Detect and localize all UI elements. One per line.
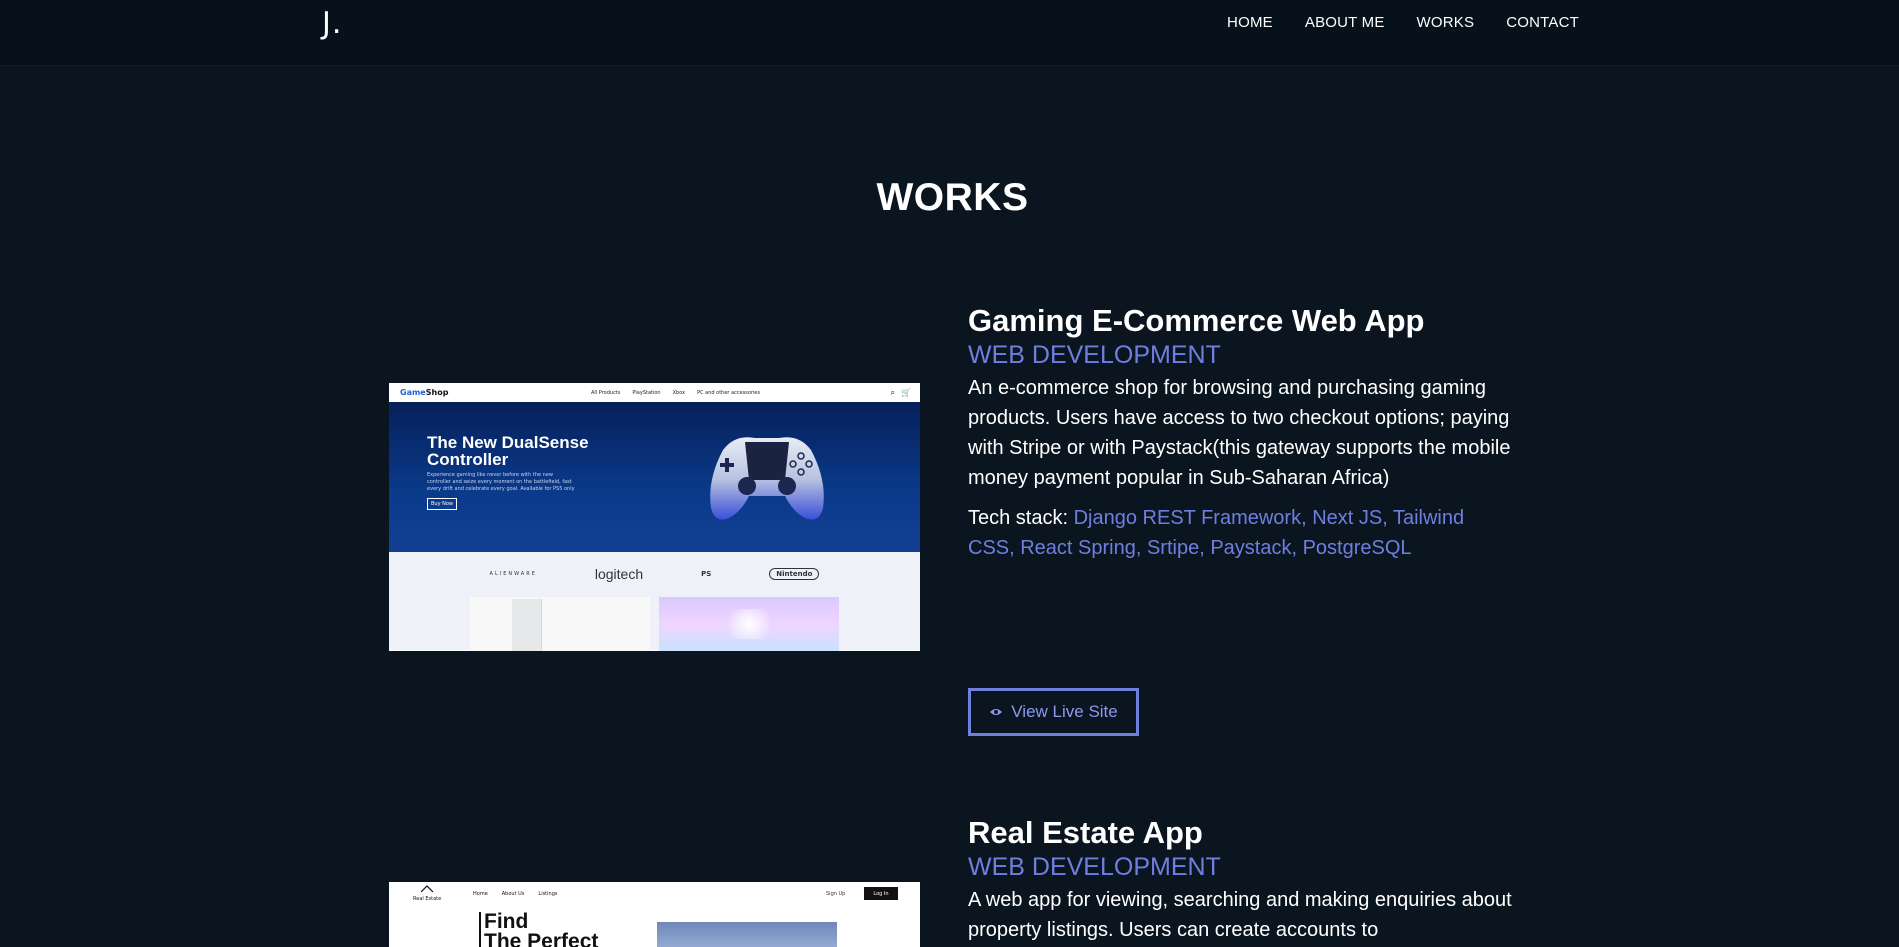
project-screenshot-gameshop[interactable]: GameShop All Products PlayStation Xbox P… [389,383,920,651]
gameshop-nav-link: All Products [591,389,621,396]
project-category: WEB DEVELOPMENT [968,853,1221,881]
gameshop-nav-link: Xbox [672,389,686,396]
project-tech-stack: Tech stack: Django REST Framework, Next … [968,503,1513,563]
project-screenshot-real-estate[interactable]: Real Estate Home About Us Listings Sign … [389,882,920,947]
nav-works[interactable]: WORKS [1417,14,1475,31]
gameshop-buy-now-button: Buy Now [427,498,457,510]
project-title: Gaming E-Commerce Web App [968,303,1425,338]
brand-alienware: ALIENWARE [489,570,537,577]
gameshop-nav-icons: ⌕ 🛒 [891,388,911,398]
real-estate-heading: Find The Perfect [479,911,598,947]
main-nav: HOME ABOUT ME WORKS CONTACT [1227,14,1579,31]
tech-stack-label: Tech stack: [968,507,1074,529]
gameshop-logo: GameShop [400,388,449,397]
project-info-gaming: Gaming E-Commerce Web App WEB DEVELOPMEN… [968,303,1513,563]
gameshop-nav-link: PC and other accessories [697,389,761,396]
project-category: WEB DEVELOPMENT [968,341,1221,369]
console-image [512,599,542,651]
brand-playstation: PS [701,569,712,578]
view-live-site-label: View Live Site [1011,702,1118,721]
view-live-site-button[interactable]: View Live Site [968,688,1139,736]
gameshop-brands: ALIENWARE logitech PS Nintendo [389,552,920,595]
project-info-real-estate: Real Estate App WEB DEVELOPMENT A web ap… [968,815,1513,945]
brand-nintendo: Nintendo [769,567,820,580]
gameshop-nav: GameShop All Products PlayStation Xbox P… [389,383,920,402]
real-estate-nav-link: Home [473,891,488,897]
controller-image [710,437,824,520]
brand-logitech: logitech [594,565,644,582]
project-description: An e-commerce shop for browsing and purc… [968,377,1511,489]
gameshop-nav-links: All Products PlayStation Xbox PC and oth… [591,390,760,396]
house-icon [420,885,434,893]
nav-home[interactable]: HOME [1227,14,1273,31]
gameshop-hero-title: The New DualSense Controller [427,433,589,469]
gameshop-hero-subtitle: Experience gaming like never before with… [427,472,575,492]
project-description: A web app for viewing, searching and mak… [968,889,1512,941]
product-card-lights [659,597,839,651]
product-card-console [470,597,650,651]
gameshop-hero: The New DualSense Controller Experience … [389,402,920,552]
section-title: WORKS [876,176,1029,219]
real-estate-nav-link: About Us [501,891,525,897]
property-image [657,922,837,947]
gameshop-nav-link: PlayStation [632,389,661,396]
real-estate-signup: Sign Up [826,891,846,897]
real-estate-nav-links: Home About Us Listings [473,891,557,897]
real-estate-nav: Real Estate Home About Us Listings Sign … [389,882,920,906]
cart-icon: 🛒 [901,387,911,397]
light-image [719,609,779,639]
real-estate-logo: Real Estate [413,885,441,903]
project-title: Real Estate App [968,815,1203,850]
gameshop-products [389,595,920,651]
nav-contact[interactable]: CONTACT [1506,14,1579,31]
eye-icon [990,709,1003,715]
site-header: J. HOME ABOUT ME WORKS CONTACT [0,0,1899,66]
search-icon: ⌕ [890,387,896,397]
real-estate-login-button: Log In [864,887,898,900]
nav-about-me[interactable]: ABOUT ME [1305,14,1385,31]
real-estate-hero: Find The Perfect [389,906,920,947]
real-estate-nav-link: Listings [538,891,558,897]
site-logo[interactable]: J. [322,6,342,41]
